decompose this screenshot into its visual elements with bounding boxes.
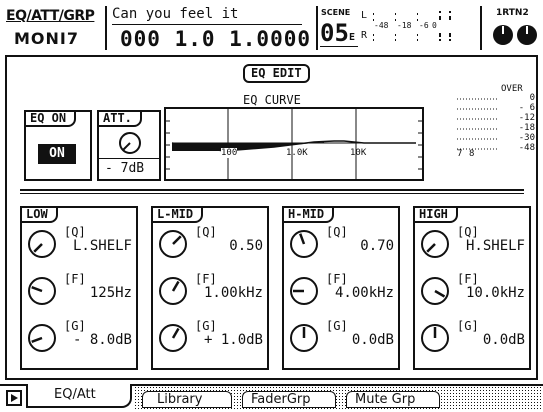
timecode-display: 000 1.0 1.0000 [120, 27, 312, 51]
meter-scale-label: 0 [529, 93, 535, 103]
g-param-value[interactable]: - 8.0dB [73, 333, 132, 348]
meter-scale-0: 0 [432, 21, 437, 30]
song-title-underline [112, 24, 302, 25]
meter-l-label: L [361, 10, 368, 21]
f-param-value[interactable]: 10.0kHz [466, 286, 525, 301]
rtn-knob-icon[interactable] [516, 24, 538, 46]
tab-fadergrp-label: FaderGrp [251, 392, 311, 407]
rtn-label: 1RTN2 [496, 8, 529, 18]
f-knob-icon[interactable] [26, 275, 58, 307]
f-knob-icon[interactable] [419, 275, 451, 307]
curve-freq-100: 100 [221, 148, 238, 158]
g-param-value[interactable]: + 1.0dB [204, 333, 263, 348]
g-param-label: [G] [457, 319, 479, 333]
meter-scale-6: -6 [419, 21, 429, 30]
tab-mutegrp[interactable]: Mute Grp [346, 391, 440, 408]
play-arrow-icon[interactable] [6, 390, 22, 406]
g-knob-icon[interactable] [419, 322, 451, 354]
header-bar: EQ/ATT/GRP MONI7 Can you feel it 000 1.0… [0, 0, 543, 54]
q-param-label: [Q] [326, 225, 348, 239]
att-value: - 7dB [105, 161, 145, 176]
meter-scale-48: -48 [374, 21, 389, 30]
eq-edit-title: EQ EDIT [243, 64, 310, 83]
q-knob-icon[interactable] [419, 228, 451, 260]
q-param-value[interactable]: 0.50 [229, 239, 263, 254]
meter-scale-label: - 6 [518, 103, 535, 113]
att-knob-icon[interactable] [117, 130, 143, 156]
scene-suffix: E [349, 32, 356, 43]
header-meter: L R -48 -18 -6 0 [361, 8, 479, 48]
band-panel-h-mid: H-MID [Q] 0.70 [F] 4.00kHz [G] 0.0dB [282, 206, 400, 370]
curve-freq-10k: 10K [350, 148, 367, 158]
meter-r-label: R [361, 30, 368, 41]
q-knob-icon[interactable] [157, 228, 189, 260]
meter-scale-label: -48 [518, 143, 535, 153]
curve-freq-1k: 1.0K [286, 148, 308, 158]
eq-edit-panel: EQ EDIT EQ ON ON ATT. - 7dB EQ CURVE 100… [5, 55, 538, 380]
channel-meter: 0 - 6 -12 -18 -30 -48 7 8 [455, 93, 535, 163]
att-divider [99, 158, 159, 159]
eq-curve-title: EQ CURVE [243, 93, 301, 107]
section-divider [20, 189, 524, 191]
g-knob-icon[interactable] [288, 322, 320, 354]
q-param-label: [Q] [195, 225, 217, 239]
q-param-value[interactable]: H.SHELF [466, 239, 525, 254]
eq-on-button[interactable]: ON [38, 144, 76, 164]
scene-label: SCENE [321, 8, 351, 17]
f-param-value[interactable]: 125Hz [90, 286, 132, 301]
eq-on-label: EQ ON [24, 110, 77, 127]
g-param-value[interactable]: 0.0dB [352, 333, 394, 348]
rtn-divider [480, 6, 482, 50]
meter-scale-18: -18 [397, 21, 412, 30]
meter-scale-label: -30 [518, 133, 535, 143]
f-knob-icon[interactable] [157, 275, 189, 307]
rtn-knob-icon[interactable] [492, 24, 514, 46]
f-param-value[interactable]: 4.00kHz [335, 286, 394, 301]
meter-channel-8: 8 [469, 149, 475, 159]
tab-eq-att-label: EQ/Att [54, 387, 96, 402]
g-knob-icon[interactable] [26, 322, 58, 354]
meter-scale-label: -12 [518, 113, 535, 123]
g-knob-icon[interactable] [157, 322, 189, 354]
eq-curve-graph[interactable] [164, 107, 424, 183]
page-name-label: MONI7 [14, 29, 79, 48]
tab-library[interactable]: Library [142, 391, 232, 408]
song-title: Can you feel it [112, 6, 239, 22]
band-panel-low: LOW [Q] L.SHELF [F] 125Hz [G] - 8.0dB [20, 206, 138, 370]
tab-fadergrp[interactable]: FaderGrp [242, 391, 336, 408]
scene-number: 05 [320, 19, 349, 47]
page-group-label: EQ/ATT/GRP [6, 8, 95, 24]
tab-library-label: Library [157, 392, 203, 407]
tab-mutegrp-label: Mute Grp [355, 392, 416, 407]
section-divider [20, 193, 524, 194]
q-knob-icon[interactable] [26, 228, 58, 260]
q-knob-icon[interactable] [288, 228, 320, 260]
att-box: ATT. - 7dB [97, 110, 161, 181]
tab-eq-att[interactable]: EQ/Att [26, 384, 132, 408]
band-name: H-MID [282, 206, 335, 223]
f-param-value[interactable]: 1.00kHz [204, 286, 263, 301]
q-param-value[interactable]: L.SHELF [73, 239, 132, 254]
band-panel-high: HIGH [Q] H.SHELF [F] 10.0kHz [G] 0.0dB [413, 206, 531, 370]
band-name: HIGH [413, 206, 458, 223]
header-divider [105, 6, 107, 50]
scene-underline [320, 46, 358, 47]
eq-on-box: EQ ON ON [24, 110, 92, 181]
scene-divider [316, 6, 318, 50]
g-param-label: [G] [326, 319, 348, 333]
band-panel-l-mid: L-MID [Q] 0.50 [F] 1.00kHz [G] + 1.0dB [151, 206, 269, 370]
band-name: LOW [20, 206, 58, 223]
att-label: ATT. [97, 110, 142, 127]
meter-channel-7: 7 [457, 149, 463, 159]
g-param-value[interactable]: 0.0dB [483, 333, 525, 348]
meter-scale-label: -18 [518, 123, 535, 133]
f-knob-icon[interactable] [288, 275, 320, 307]
q-param-value[interactable]: 0.70 [360, 239, 394, 254]
band-name: L-MID [151, 206, 204, 223]
f-param-label: [F] [64, 272, 86, 286]
